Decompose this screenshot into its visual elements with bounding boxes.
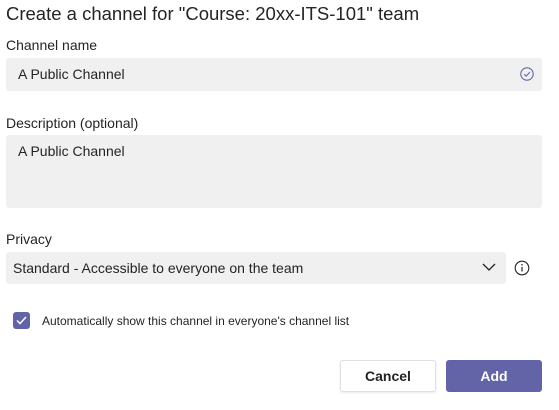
privacy-dropdown[interactable]: Standard - Accessible to everyone on the…	[6, 252, 506, 284]
channel-name-input[interactable]: A Public Channel	[6, 58, 542, 91]
add-button[interactable]: Add	[446, 360, 542, 392]
dialog-title: Create a channel for "Course: 20xx-ITS-1…	[6, 3, 420, 24]
chevron-down-icon	[482, 263, 496, 271]
privacy-label: Privacy	[6, 231, 52, 247]
cancel-button[interactable]: Cancel	[340, 360, 436, 392]
description-textarea[interactable]: A Public Channel	[6, 135, 542, 208]
channel-name-label: Channel name	[6, 37, 98, 53]
checkmark-icon	[16, 316, 27, 325]
description-label: Description (optional)	[6, 115, 139, 131]
check-circle-icon	[520, 67, 534, 81]
auto-show-label[interactable]: Automatically show this channel in every…	[42, 314, 349, 328]
channel-name-value: A Public Channel	[18, 66, 125, 82]
description-value: A Public Channel	[18, 143, 125, 159]
info-icon[interactable]	[514, 260, 530, 276]
auto-show-checkbox[interactable]	[13, 312, 30, 329]
privacy-selected-value: Standard - Accessible to everyone on the…	[13, 260, 304, 276]
